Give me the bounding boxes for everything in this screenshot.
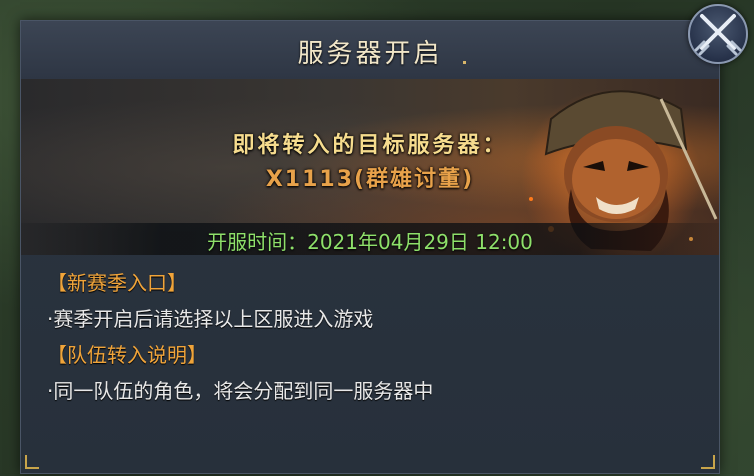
- corner-ornament-right: [701, 455, 715, 469]
- title-ornament: [463, 61, 466, 64]
- dialog-titlebar: 服务器开启: [21, 21, 719, 80]
- section-body-new-season: ·赛季开启后请选择以上区服进入游戏: [47, 307, 374, 331]
- section-body-team-transfer: ·同一队伍的角色，将会分配到同一服务器中: [47, 379, 434, 403]
- open-time-text: 开服时间：2021年04月29日 12:00: [207, 230, 533, 254]
- section-heading-new-season: 【新赛季入口】: [47, 271, 187, 295]
- server-open-dialog: 服务器开启 即将转入的目标服务器： X1113(群雄讨董) 开服时间：2021年…: [20, 20, 720, 474]
- crossed-swords-icon: [694, 14, 742, 56]
- close-button[interactable]: [688, 4, 748, 64]
- section-heading-team-transfer: 【队伍转入说明】: [47, 343, 207, 367]
- target-server-label: 即将转入的目标服务器：: [232, 133, 508, 158]
- dialog-title: 服务器开启: [297, 39, 443, 69]
- target-server-name: X1113(群雄讨董): [265, 167, 475, 192]
- corner-ornament-left: [25, 455, 39, 469]
